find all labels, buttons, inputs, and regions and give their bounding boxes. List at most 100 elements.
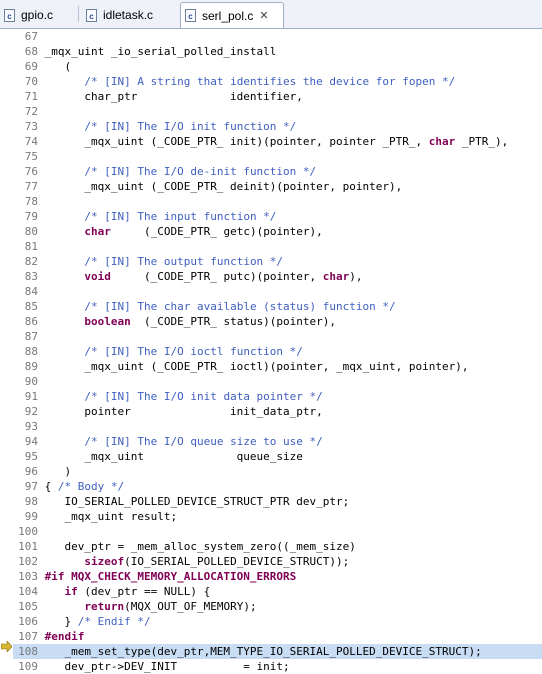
code-line[interactable]: 76 /* [IN] The I/O de-init function */ (13, 164, 542, 179)
tab-gpio-c[interactable]: c gpio.c (0, 3, 62, 27)
code-line[interactable]: 84 (13, 284, 542, 299)
line-number: 94 (24, 435, 38, 448)
code-line[interactable]: 106 } /* Endif */ (13, 614, 542, 629)
line-text: /* [IN] A string that identifies the dev… (84, 75, 456, 88)
code-line[interactable]: 103 #if MQX_CHECK_MEMORY_ALLOCATION_ERRO… (13, 569, 542, 584)
code-line[interactable]: 75 (13, 149, 542, 164)
line-number: 96 (24, 465, 38, 478)
code-line[interactable]: 97 { /* Body */ (13, 479, 542, 494)
code-line[interactable]: 74 _mqx_uint (_CODE_PTR_ init)(pointer, … (13, 134, 542, 149)
code-line[interactable]: 71 char_ptr identifier, (13, 89, 542, 104)
line-number: 101 (18, 540, 38, 553)
line-number: 103 (18, 570, 38, 583)
line-number: 76 (24, 165, 38, 178)
line-text: /* [IN] The I/O ioctl function */ (84, 345, 303, 358)
line-text: char_ptr identifier, (44, 90, 303, 103)
code-line[interactable]: 87 (13, 329, 542, 344)
code-line[interactable]: 88 /* [IN] The I/O ioctl function */ (13, 344, 542, 359)
code-line[interactable]: 94 /* [IN] The I/O queue size to use */ (13, 434, 542, 449)
line-text (38, 240, 45, 253)
editor-ruler (0, 29, 13, 662)
close-tab-icon[interactable]: ✕ (259, 9, 268, 22)
code-line[interactable]: 82 /* [IN] The output function */ (13, 254, 542, 269)
code-line[interactable]: 78 (13, 194, 542, 209)
line-text: return(MQX_OUT_OF_MEMORY); (84, 600, 257, 613)
line-text (38, 30, 45, 43)
line-number: 79 (24, 210, 38, 223)
code-line[interactable]: 67 (13, 29, 542, 44)
code-line[interactable]: 72 (13, 104, 542, 119)
line-number: 73 (24, 120, 38, 133)
line-text: /* [IN] The I/O init data pointer */ (84, 390, 323, 403)
line-text: #endif (44, 630, 85, 643)
line-text: /* [IN] The char available (status) func… (84, 300, 396, 313)
code-line[interactable]: 104 if (dev_ptr == NULL) { (13, 584, 542, 599)
line-text (38, 375, 45, 388)
line-number: 72 (24, 105, 38, 118)
code-line-current[interactable]: 108 _mem_set_type(dev_ptr,MEM_TYPE_IO_SE… (13, 644, 542, 659)
line-text: sizeof(IO_SERIAL_POLLED_DEVICE_STRUCT)); (84, 555, 350, 568)
line-number: 74 (24, 135, 38, 148)
tab-idletask-c[interactable]: c idletask.c (82, 3, 174, 27)
line-text: /* [IN] The I/O de-init function */ (84, 165, 317, 178)
code-line[interactable]: 85 /* [IN] The char available (status) f… (13, 299, 542, 314)
line-number: 105 (18, 600, 38, 613)
line-number: 68 (24, 45, 38, 58)
code-line[interactable]: 68 _mqx_uint _io_serial_polled_install (13, 44, 542, 59)
code-line[interactable]: 102 sizeof(IO_SERIAL_POLLED_DEVICE_STRUC… (13, 554, 542, 569)
code-line[interactable]: 105 return(MQX_OUT_OF_MEMORY); (13, 599, 542, 614)
code-line[interactable]: 90 (13, 374, 542, 389)
line-text (38, 195, 45, 208)
code-line[interactable]: 69 ( (13, 59, 542, 74)
line-number: 86 (24, 315, 38, 328)
line-text: ) (44, 465, 72, 478)
tab-serl-pol-c[interactable]: c serl_pol.c ✕ (180, 2, 284, 28)
code-line[interactable]: 73 /* [IN] The I/O init function */ (13, 119, 542, 134)
code-line[interactable]: 91 /* [IN] The I/O init data pointer */ (13, 389, 542, 404)
line-number: 102 (18, 555, 38, 568)
line-text: _mqx_uint (_CODE_PTR_ deinit)(pointer, p… (44, 180, 403, 193)
code-line[interactable]: 81 (13, 239, 542, 254)
code-line[interactable]: 80 char (_CODE_PTR_ getc)(pointer), (13, 224, 542, 239)
code-line[interactable]: 101 dev_ptr = _mem_alloc_system_zero((_m… (13, 539, 542, 554)
c-file-icon: c (4, 8, 15, 22)
code-line[interactable]: 70 /* [IN] A string that identifies the … (13, 74, 542, 89)
code-line[interactable]: 79 /* [IN] The input function */ (13, 209, 542, 224)
line-number: 99 (24, 510, 38, 523)
line-number: 98 (24, 495, 38, 508)
code-line[interactable]: 109 dev_ptr->DEV_INIT = init; (13, 659, 542, 674)
line-number: 71 (24, 90, 38, 103)
code-line[interactable]: 93 (13, 419, 542, 434)
line-text (38, 150, 45, 163)
line-number: 83 (24, 270, 38, 283)
line-text: #if MQX_CHECK_MEMORY_ALLOCATION_ERRORS (44, 570, 297, 583)
code-line[interactable]: 107 #endif (13, 629, 542, 644)
line-number: 107 (18, 630, 38, 643)
code-line[interactable]: 86 boolean (_CODE_PTR_ status)(pointer), (13, 314, 542, 329)
code-line[interactable]: 92 pointer init_data_ptr, (13, 404, 542, 419)
line-number: 75 (24, 150, 38, 163)
line-text: if (dev_ptr == NULL) { (64, 585, 211, 598)
code-line[interactable]: 89 _mqx_uint (_CODE_PTR_ ioctl)(pointer,… (13, 359, 542, 374)
line-text: ( (44, 60, 72, 73)
line-number: 82 (24, 255, 38, 268)
code-line[interactable]: 77 _mqx_uint (_CODE_PTR_ deinit)(pointer… (13, 179, 542, 194)
line-text: pointer init_data_ptr, (44, 405, 323, 418)
line-number: 92 (24, 405, 38, 418)
line-text: } /* Endif */ (44, 615, 151, 628)
code-line[interactable]: 99 _mqx_uint result; (13, 509, 542, 524)
code-line[interactable]: 83 void (_CODE_PTR_ putc)(pointer, char)… (13, 269, 542, 284)
line-number: 100 (18, 525, 38, 538)
line-text: char (_CODE_PTR_ getc)(pointer), (84, 225, 323, 238)
line-number: 78 (24, 195, 38, 208)
editor-tab-bar: c gpio.c c idletask.c c serl_pol.c ✕ (0, 0, 542, 29)
c-file-icon: c (86, 8, 97, 22)
code-line[interactable]: 100 (13, 524, 542, 539)
code-editor[interactable]: 67 68 _mqx_uint _io_serial_polled_instal… (13, 29, 542, 674)
code-line[interactable]: 98 IO_SERIAL_POLLED_DEVICE_STRUCT_PTR de… (13, 494, 542, 509)
code-line[interactable]: 96 ) (13, 464, 542, 479)
line-text: _mqx_uint queue_size (44, 450, 303, 463)
code-line[interactable]: 95 _mqx_uint queue_size (13, 449, 542, 464)
line-text: /* [IN] The input function */ (84, 210, 277, 223)
line-number: 95 (24, 450, 38, 463)
